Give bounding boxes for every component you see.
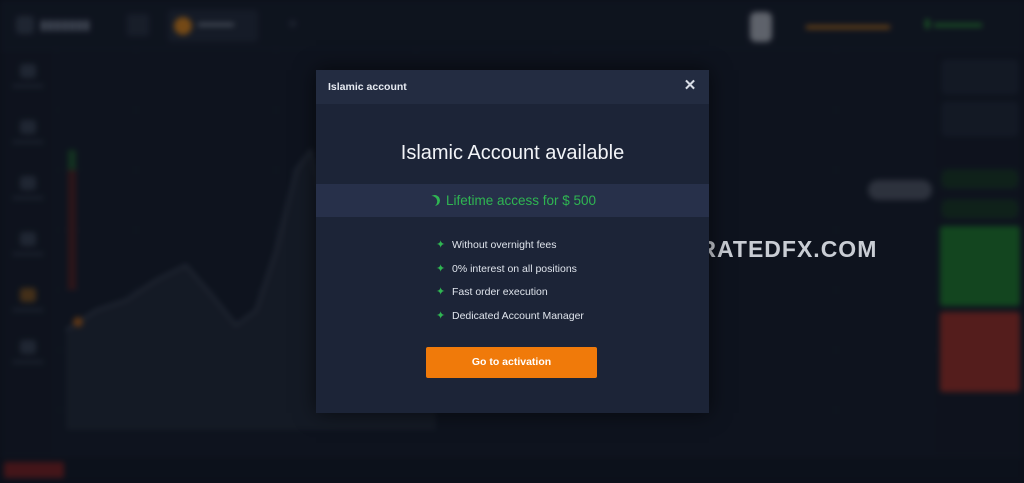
list-item: ✦ Without overnight fees (436, 237, 686, 261)
lifetime-band: Lifetime access for $ 500 (316, 184, 709, 217)
islamic-account-modal: Islamic account ✕ Islamic Account availa… (316, 70, 709, 413)
go-to-activation-button[interactable]: Go to activation (426, 347, 597, 378)
lifetime-text: Lifetime access for $ 500 (445, 193, 597, 208)
star-icon: ✦ (436, 262, 446, 275)
star-icon: ✦ (436, 239, 446, 251)
feature-list: ✦ Without overnight fees ✦ 0% interest o… (436, 237, 686, 331)
feature-text: Dedicated Account Manager (452, 309, 584, 322)
star-icon: ✦ (436, 286, 446, 298)
list-item: ✦ Fast order execution (436, 284, 686, 308)
close-icon[interactable]: ✕ (683, 78, 697, 94)
feature-text: Fast order execution (452, 286, 548, 298)
modal-title: Islamic account (328, 81, 407, 93)
feature-text: 0% interest on all positions (452, 262, 577, 275)
feature-text: Without overnight fees (452, 239, 557, 251)
crescent-moon-icon (427, 193, 441, 207)
modal-headline: Islamic Account available (400, 142, 625, 164)
list-item: ✦ 0% interest on all positions (436, 261, 686, 285)
modal-header: Islamic account ✕ (316, 70, 709, 104)
lifetime-offer: Lifetime access for $ 500 (316, 193, 709, 208)
star-icon: ✦ (436, 309, 446, 322)
list-item: ✦ Dedicated Account Manager (436, 308, 686, 332)
